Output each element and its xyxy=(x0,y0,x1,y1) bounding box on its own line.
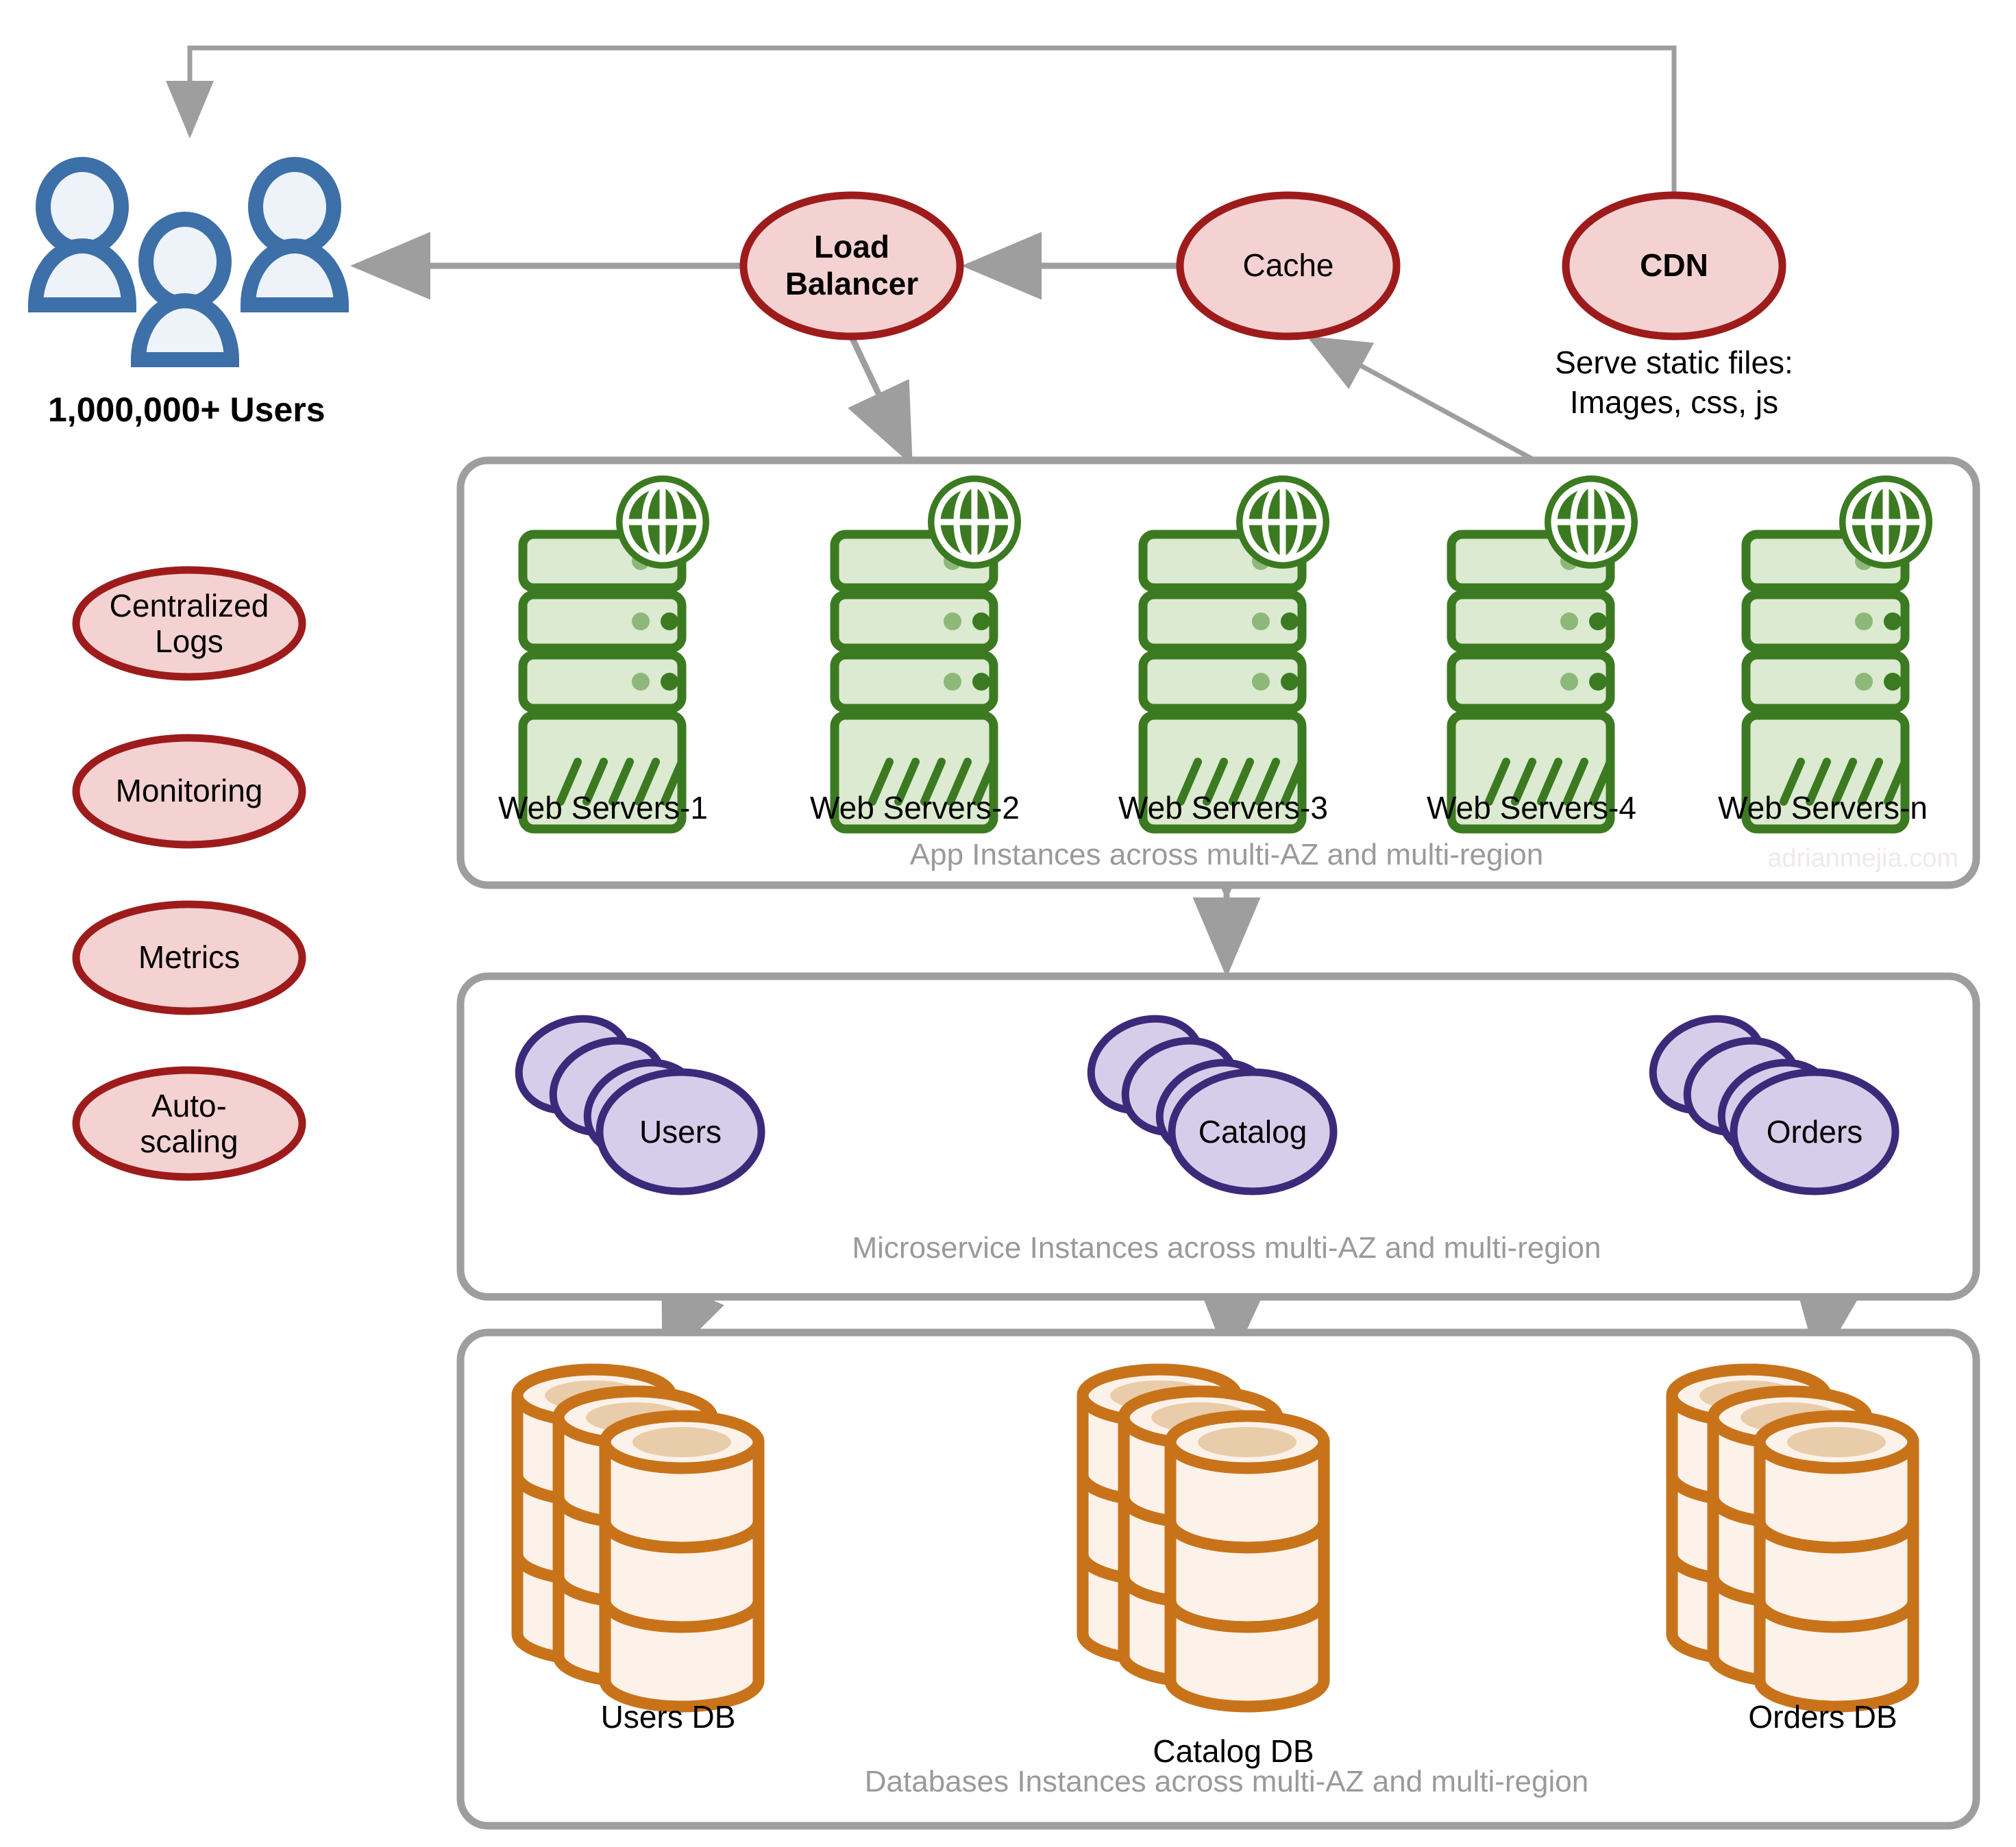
centralized-logs-label-line2: Logs xyxy=(155,623,223,659)
edge-lb-to-app xyxy=(789,256,913,467)
orders-service-label: Orders xyxy=(1767,1114,1863,1150)
app-tier-caption: App Instances across multi-AZ and multi-… xyxy=(910,838,1543,871)
ops-node-monitoring[interactable]: Monitoring xyxy=(72,734,306,849)
load-balancer-label-line2: Balancer xyxy=(785,266,918,301)
web-server-1[interactable]: Web Servers-1 xyxy=(498,480,708,829)
cdn-note-line2: Images, css, js xyxy=(1570,384,1778,420)
web-server-n[interactable]: Web Servers-n xyxy=(1718,480,1928,829)
cdn-note: Serve static files: Images, css, js xyxy=(1555,345,1793,420)
ops-node-auto-scaling[interactable]: Auto- scaling xyxy=(72,1066,306,1181)
centralized-logs-label-line1: Centralized xyxy=(110,588,269,623)
architecture-diagram-canvas: 1,000,000+ Users Load Balancer Cache CDN… xyxy=(0,0,2016,1847)
cache-node[interactable]: Cache xyxy=(1176,191,1401,340)
web-server-2-label: Web Servers-2 xyxy=(810,790,1020,826)
monitoring-label: Monitoring xyxy=(116,773,263,808)
users-db-label: Users DB xyxy=(601,1699,736,1735)
data-tier-container: Users DB Catalog DB Orders DB Databases … xyxy=(456,1328,1980,1830)
web-server-n-label: Web Servers-n xyxy=(1718,790,1928,826)
data-tier-caption: Databases Instances across multi-AZ and … xyxy=(865,1765,1588,1798)
cdn-label: CDN xyxy=(1640,247,1708,283)
users-group[interactable]: 1,000,000+ Users xyxy=(36,164,341,429)
users-service-label: Users xyxy=(639,1114,722,1150)
orders-db-label: Orders DB xyxy=(1748,1699,1897,1735)
web-server-1-label: Web Servers-1 xyxy=(498,790,708,826)
service-tier-caption: Microservice Instances across multi-AZ a… xyxy=(852,1231,1601,1265)
catalog-service-label: Catalog xyxy=(1198,1114,1307,1150)
users-count-label: 1,000,000+ Users xyxy=(48,391,325,429)
load-balancer-node[interactable]: Load Balancer xyxy=(739,191,964,340)
cdn-note-line1: Serve static files: xyxy=(1555,345,1793,380)
edge-cdn-to-users xyxy=(166,45,1677,195)
catalog-db-label: Catalog DB xyxy=(1153,1733,1314,1769)
load-balancer-label-line1: Load xyxy=(814,229,889,264)
edge-app-to-cache xyxy=(1306,336,1536,463)
web-server-3[interactable]: Web Servers-3 xyxy=(1118,480,1328,829)
watermark-label: adrianmejia.com xyxy=(1767,844,1958,873)
app-tier-container: adrianmejia.com Web Servers-1 Web Server… xyxy=(456,456,1980,889)
users-group-icon xyxy=(36,164,341,360)
ops-node-metrics[interactable]: Metrics xyxy=(72,900,306,1015)
web-server-2[interactable]: Web Servers-2 xyxy=(810,480,1020,829)
ops-node-centralized-logs[interactable]: Centralized Logs xyxy=(72,566,306,681)
web-server-3-label: Web Servers-3 xyxy=(1118,790,1328,826)
cache-label: Cache xyxy=(1243,247,1334,283)
cdn-node[interactable]: CDN xyxy=(1562,191,1786,340)
auto-scaling-label-line1: Auto- xyxy=(151,1088,227,1124)
metrics-label: Metrics xyxy=(138,939,240,975)
web-server-4-label: Web Servers-4 xyxy=(1427,790,1636,826)
web-server-4[interactable]: Web Servers-4 xyxy=(1427,480,1636,829)
service-tier-container: Users Catalog Orders Microservice Instan… xyxy=(456,972,1980,1301)
auto-scaling-label-line2: scaling xyxy=(140,1124,238,1159)
